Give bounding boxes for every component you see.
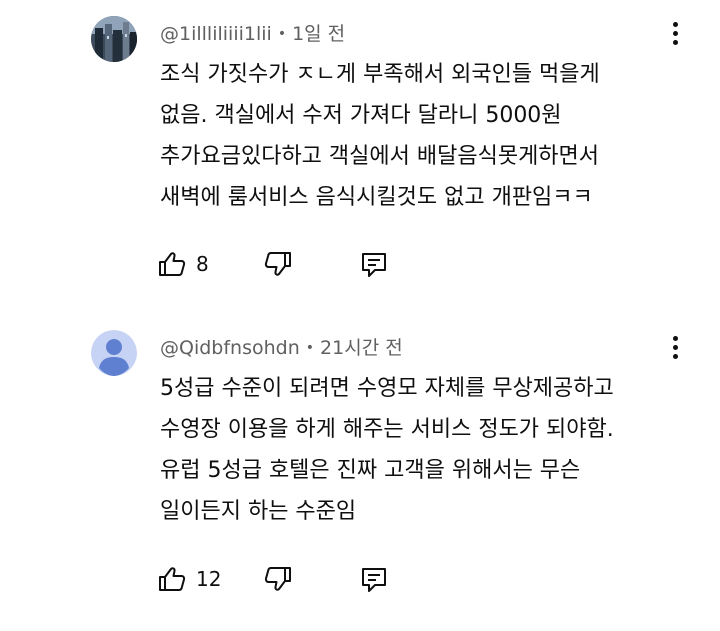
comment-text-line: 5성급 수준이 되려면 수영모 자체를 무상제공하고 <box>160 376 614 401</box>
like-count: 8 <box>196 252 209 276</box>
comment-text-line: 추가요금있다하고 객실에서 배달음식못게하면서 <box>160 144 600 169</box>
comment-text-line: 수영장 이용을 하게 해주는 서비스 정도가 되야함. <box>160 417 614 442</box>
default-person-avatar-icon <box>91 330 137 376</box>
avatar[interactable] <box>91 330 137 376</box>
comment-time[interactable]: 21시간 전 <box>320 337 403 359</box>
comment-text-line: 새벽에 룸서비스 음식시킬것도 없고 개판임ㅋㅋ <box>160 185 593 210</box>
meta-separator: • <box>277 26 287 42</box>
comment-text: 조식 가짓수가 ㅈㄴ게 부족해서 외국인들 먹을게 없음. 객실에서 수저 가져… <box>160 54 680 218</box>
reply-button[interactable] <box>360 563 392 595</box>
photo-avatar-icon <box>91 16 137 62</box>
dislike-icon <box>264 252 291 276</box>
like-button[interactable]: 12 <box>158 563 222 595</box>
dislike-button[interactable] <box>264 563 296 595</box>
more-options-icon[interactable] <box>663 336 687 364</box>
reply-icon <box>362 568 386 592</box>
more-options-icon[interactable] <box>663 22 687 50</box>
comment-1: @1illliliiii1lii • 1일 전 조식 가짓수가 ㅈㄴ게 부족해서 외… <box>0 0 720 300</box>
avatar[interactable] <box>91 16 137 62</box>
comment-time[interactable]: 1일 전 <box>292 23 345 45</box>
author-handle[interactable]: @1illliliiii1lii <box>160 23 272 45</box>
like-icon <box>159 252 186 276</box>
comment-text-line: 유럽 5성급 호텔은 진짜 고객을 위해서는 무슨 <box>160 458 581 483</box>
comment-meta: @Qidbfnsohdn • 21시간 전 <box>160 336 403 362</box>
reply-icon <box>362 253 386 277</box>
like-button[interactable]: 8 <box>158 248 218 280</box>
author-handle[interactable]: @Qidbfnsohdn <box>160 337 300 359</box>
comment-text-line: 일이든지 하는 수준임 <box>160 499 357 524</box>
like-icon <box>159 567 186 591</box>
comment-text-line: 조식 가짓수가 ㅈㄴ게 부족해서 외국인들 먹을게 <box>160 62 600 87</box>
dislike-icon <box>264 567 291 591</box>
dislike-button[interactable] <box>264 248 296 280</box>
comment-meta: @1illliliiii1lii • 1일 전 <box>160 22 345 48</box>
comment-text: 5성급 수준이 되려면 수영모 자체를 무상제공하고 수영장 이용을 하게 해주… <box>160 368 680 532</box>
reply-button[interactable] <box>360 248 392 280</box>
meta-separator: • <box>305 340 315 356</box>
comment-2: @Qidbfnsohdn • 21시간 전 5성급 수준이 되려면 수영모 자체를 … <box>0 314 720 631</box>
like-count: 12 <box>196 567 222 591</box>
comment-text-line: 없음. 객실에서 수저 가져다 달라니 5000원 <box>160 103 562 128</box>
